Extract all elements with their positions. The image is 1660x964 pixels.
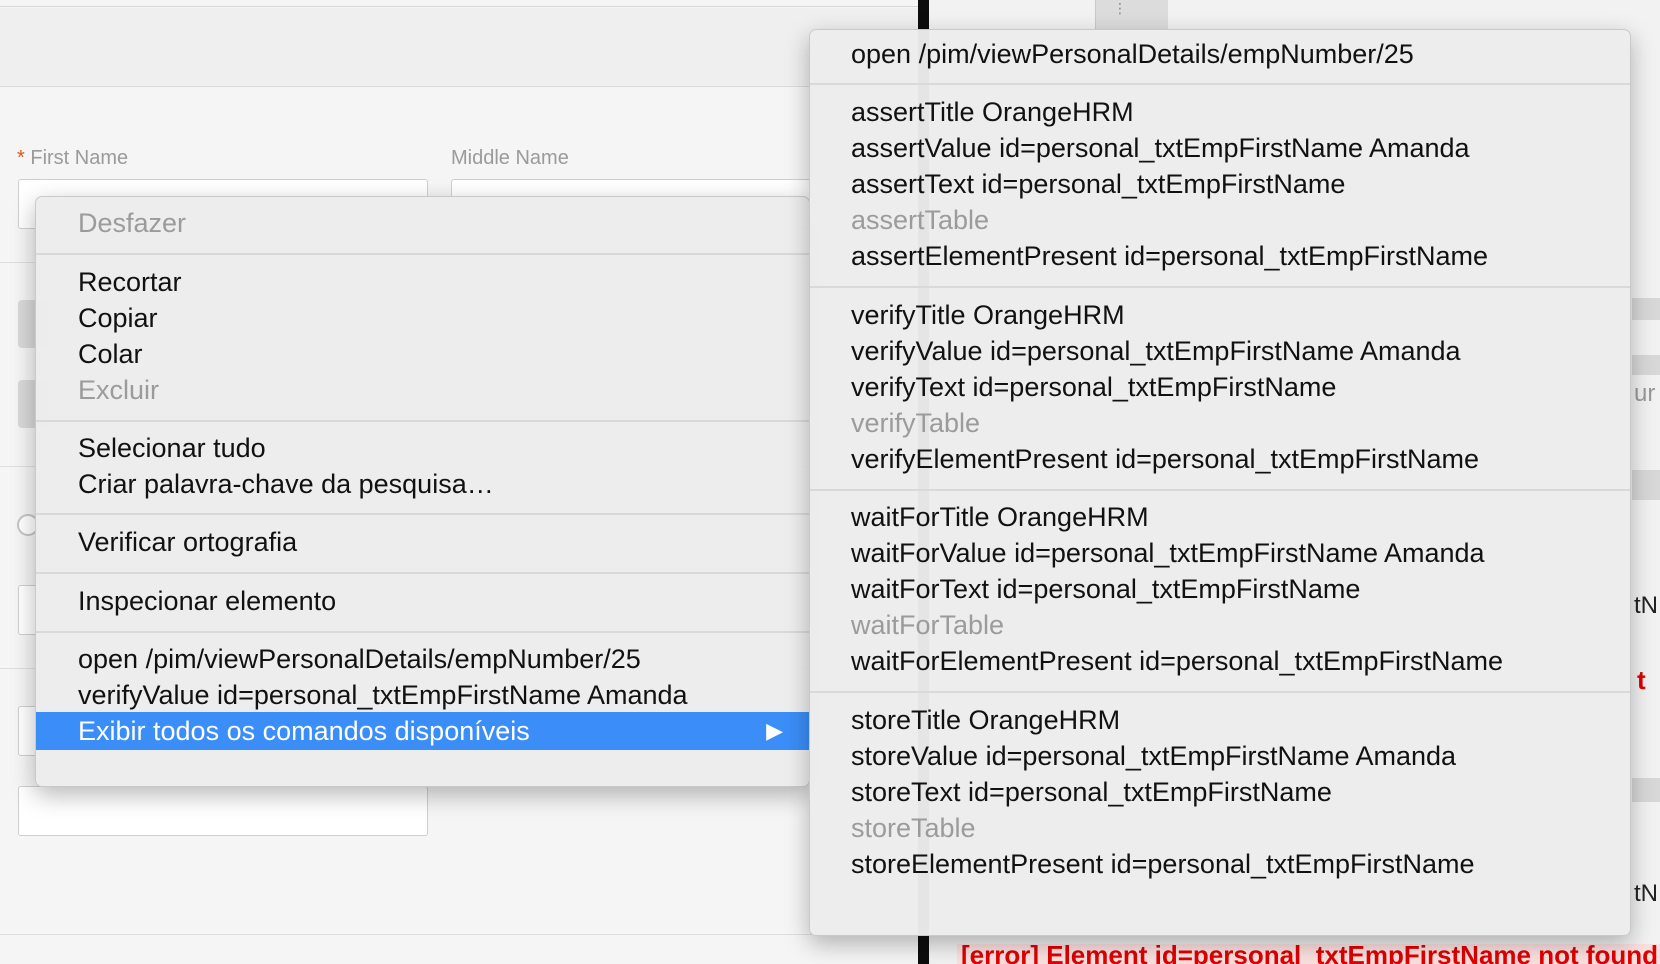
ide-fragment-error: t [1637, 665, 1646, 695]
submenu-item-assert-table[interactable]: assertTable [810, 201, 1630, 239]
menu-item-show-all-commands-label: Exibir todos os comandos disponíveis [78, 716, 530, 746]
log-error-line: [error] Element id=personal_txtEmpFirstN… [957, 944, 1660, 964]
submenu-item-waitfor-value[interactable]: waitForValue id=personal_txtEmpFirstName… [810, 534, 1630, 572]
drag-handle-icon[interactable]: ⋮ [1113, 0, 1127, 17]
submenu-item-store-value[interactable]: storeValue id=personal_txtEmpFirstName A… [810, 737, 1630, 775]
page-header-band [0, 8, 918, 87]
form-divider [0, 934, 918, 935]
menu-item-spell-check[interactable]: Verificar ortografia [36, 523, 809, 561]
menu-separator [36, 572, 809, 574]
menu-separator [810, 691, 1630, 693]
ide-fragment: tN [1634, 880, 1658, 907]
menu-separator [36, 420, 809, 422]
submenu-item-waitfor-title[interactable]: waitForTitle OrangeHRM [810, 498, 1630, 536]
menu-separator [36, 513, 809, 515]
form-input[interactable] [18, 786, 428, 836]
menu-separator [810, 286, 1630, 288]
page-top-divider [0, 6, 918, 7]
menu-separator [36, 253, 809, 255]
commands-submenu: open /pim/viewPersonalDetails/empNumber/… [809, 29, 1631, 936]
ide-fragment: tN [1634, 592, 1658, 619]
submenu-item-waitfor-element-present[interactable]: waitForElementPresent id=personal_txtEmp… [810, 642, 1630, 680]
first-name-label-text: First Name [30, 147, 129, 169]
log-error-text: [error] Element id=personal_txtEmpFirstN… [961, 944, 1659, 964]
menu-item-inspect-element[interactable]: Inspecionar elemento [36, 582, 809, 620]
menu-item-paste[interactable]: Colar [36, 335, 809, 373]
ide-row [1632, 355, 1660, 375]
submenu-item-assert-element-present[interactable]: assertElementPresent id=personal_txtEmpF… [810, 237, 1630, 275]
menu-item-cut[interactable]: Recortar [36, 263, 809, 301]
menu-separator [36, 631, 809, 633]
menu-item-select-all[interactable]: Selecionar tudo [36, 429, 809, 467]
submenu-item-verify-value[interactable]: verifyValue id=personal_txtEmpFirstName … [810, 332, 1630, 370]
ide-row [1632, 778, 1660, 802]
menu-item-selenium-verify-value[interactable]: verifyValue id=personal_txtEmpFirstName … [36, 676, 809, 714]
required-marker: * [17, 147, 25, 169]
submenu-item-verify-table[interactable]: verifyTable [810, 404, 1630, 442]
middle-name-label: Middle Name [451, 147, 569, 169]
menu-item-show-all-commands[interactable]: Exibir todos os comandos disponíveis ▶ [36, 712, 809, 750]
ide-tab[interactable] [1095, 0, 1168, 30]
ide-fragment: ur [1634, 380, 1656, 407]
menu-item-copy[interactable]: Copiar [36, 299, 809, 337]
menu-item-delete[interactable]: Excluir [36, 371, 809, 409]
ide-row [1632, 298, 1660, 320]
menu-separator [810, 83, 1630, 85]
submenu-item-verify-text[interactable]: verifyText id=personal_txtEmpFirstName [810, 368, 1630, 406]
submenu-item-store-element-present[interactable]: storeElementPresent id=personal_txtEmpFi… [810, 845, 1630, 883]
submenu-item-open[interactable]: open /pim/viewPersonalDetails/empNumber/… [810, 35, 1630, 73]
submenu-item-store-table[interactable]: storeTable [810, 809, 1630, 847]
menu-item-undo[interactable]: Desfazer [36, 204, 809, 242]
submenu-item-verify-title[interactable]: verifyTitle OrangeHRM [810, 296, 1630, 334]
submenu-item-store-title[interactable]: storeTitle OrangeHRM [810, 701, 1630, 739]
submenu-item-waitfor-table[interactable]: waitForTable [810, 606, 1630, 644]
menu-item-selenium-open[interactable]: open /pim/viewPersonalDetails/empNumber/… [36, 640, 809, 678]
submenu-item-assert-value[interactable]: assertValue id=personal_txtEmpFirstName … [810, 129, 1630, 167]
ide-row [1632, 470, 1660, 500]
submenu-item-assert-text[interactable]: assertText id=personal_txtEmpFirstName [810, 165, 1630, 203]
submenu-arrow-icon: ▶ [766, 718, 783, 743]
submenu-item-verify-element-present[interactable]: verifyElementPresent id=personal_txtEmpF… [810, 440, 1630, 478]
submenu-item-assert-title[interactable]: assertTitle OrangeHRM [810, 93, 1630, 131]
submenu-item-waitfor-text[interactable]: waitForText id=personal_txtEmpFirstName [810, 570, 1630, 608]
menu-separator [810, 489, 1630, 491]
context-menu: Desfazer Recortar Copiar Colar Excluir S… [35, 196, 810, 787]
submenu-item-store-text[interactable]: storeText id=personal_txtEmpFirstName [810, 773, 1630, 811]
menu-item-create-search-keyword[interactable]: Criar palavra-chave da pesquisa… [36, 465, 809, 503]
first-name-label: * First Name [17, 147, 128, 170]
